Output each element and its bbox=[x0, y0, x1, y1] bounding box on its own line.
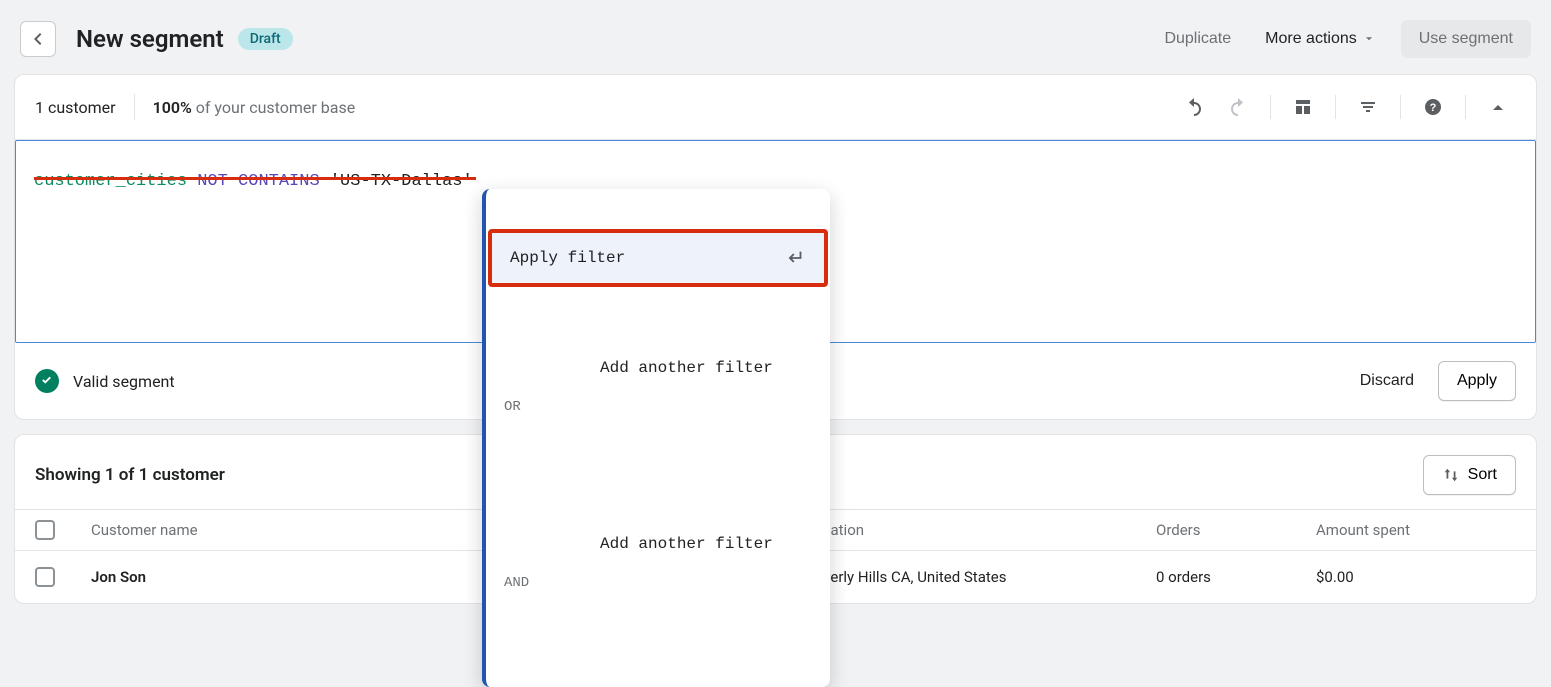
back-button[interactable] bbox=[20, 21, 56, 57]
chevron-up-icon bbox=[1488, 97, 1508, 117]
svg-text:?: ? bbox=[1430, 102, 1437, 114]
query-op-token: NOT CONTAINS bbox=[197, 172, 319, 191]
sort-icon bbox=[1442, 466, 1460, 484]
duplicate-button[interactable]: Duplicate bbox=[1150, 22, 1245, 56]
more-actions-button[interactable]: More actions bbox=[1251, 22, 1389, 56]
query-value-token: 'US-TX-Dallas' bbox=[330, 172, 473, 191]
pct-suffix: of your customer base bbox=[192, 98, 355, 117]
templates-button[interactable] bbox=[1285, 89, 1321, 125]
redo-button[interactable] bbox=[1220, 89, 1256, 125]
filter-button[interactable] bbox=[1350, 89, 1386, 125]
cell-location: Beverly Hills CA, United States bbox=[806, 568, 1156, 586]
layout-icon bbox=[1293, 97, 1313, 117]
header-actions: Duplicate More actions Use segment bbox=[1150, 20, 1531, 58]
check-icon bbox=[40, 374, 54, 388]
sort-label: Sort bbox=[1468, 466, 1497, 484]
divider bbox=[1270, 95, 1271, 119]
row-checkbox[interactable] bbox=[35, 567, 55, 587]
cell-spent: $0.00 bbox=[1316, 568, 1516, 586]
query-editor[interactable]: customer_cities NOT CONTAINS 'US-TX-Dall… bbox=[15, 140, 1536, 343]
page-title: New segment bbox=[76, 25, 224, 53]
status-badge: Draft bbox=[238, 28, 293, 50]
cell-orders: 0 orders bbox=[1156, 568, 1316, 586]
pct-value: 100% bbox=[153, 98, 192, 117]
add-filter-and-option[interactable]: Add another filter AND bbox=[486, 503, 830, 641]
enter-icon bbox=[784, 247, 806, 269]
chevron-down-icon bbox=[1363, 33, 1375, 45]
undo-icon bbox=[1184, 97, 1204, 117]
sort-button[interactable]: Sort bbox=[1423, 455, 1516, 495]
col-orders: Orders bbox=[1156, 521, 1316, 539]
help-button[interactable]: ? bbox=[1415, 89, 1451, 125]
arrow-left-icon bbox=[28, 29, 48, 49]
error-underline bbox=[34, 177, 476, 180]
suggestion-dropdown: Apply filter Add another filter OR Add a… bbox=[482, 189, 830, 687]
editor-card: 1 customer 100% of your customer base ? … bbox=[14, 74, 1537, 420]
undo-button[interactable] bbox=[1176, 89, 1212, 125]
divider bbox=[1400, 95, 1401, 119]
query-field-token: customer_cities bbox=[34, 172, 187, 191]
collapse-button[interactable] bbox=[1480, 89, 1516, 125]
apply-button[interactable]: Apply bbox=[1438, 361, 1516, 401]
editor-toolbar: ? bbox=[1176, 89, 1516, 125]
discard-button[interactable]: Discard bbox=[1346, 362, 1428, 400]
divider bbox=[134, 94, 135, 120]
col-spent: Amount spent bbox=[1316, 521, 1516, 539]
add-filter-and-label: Add another filter bbox=[600, 535, 773, 553]
select-all-checkbox[interactable] bbox=[35, 520, 55, 540]
editor-summary-bar: 1 customer 100% of your customer base ? bbox=[15, 75, 1536, 140]
status-text: Valid segment bbox=[73, 372, 175, 391]
success-icon bbox=[35, 369, 59, 393]
divider bbox=[1465, 95, 1466, 119]
add-filter-and-sub: AND bbox=[504, 575, 812, 591]
col-location: Location bbox=[806, 521, 1156, 539]
add-filter-or-label: Add another filter bbox=[600, 359, 773, 377]
filter-icon bbox=[1358, 97, 1378, 117]
apply-filter-option[interactable]: Apply filter bbox=[488, 229, 828, 287]
results-title: Showing 1 of 1 customer bbox=[35, 465, 225, 485]
apply-filter-label: Apply filter bbox=[510, 249, 625, 267]
page-header: New segment Draft Duplicate More actions… bbox=[8, 12, 1543, 74]
divider bbox=[1335, 95, 1336, 119]
add-filter-or-option[interactable]: Add another filter OR bbox=[486, 327, 830, 465]
add-filter-or-sub: OR bbox=[504, 399, 812, 415]
more-actions-label: More actions bbox=[1265, 30, 1357, 48]
use-segment-button[interactable]: Use segment bbox=[1401, 20, 1531, 58]
customer-pct: 100% of your customer base bbox=[153, 98, 356, 117]
help-icon: ? bbox=[1423, 97, 1443, 117]
customer-count: 1 customer bbox=[35, 98, 116, 117]
redo-icon bbox=[1228, 97, 1248, 117]
